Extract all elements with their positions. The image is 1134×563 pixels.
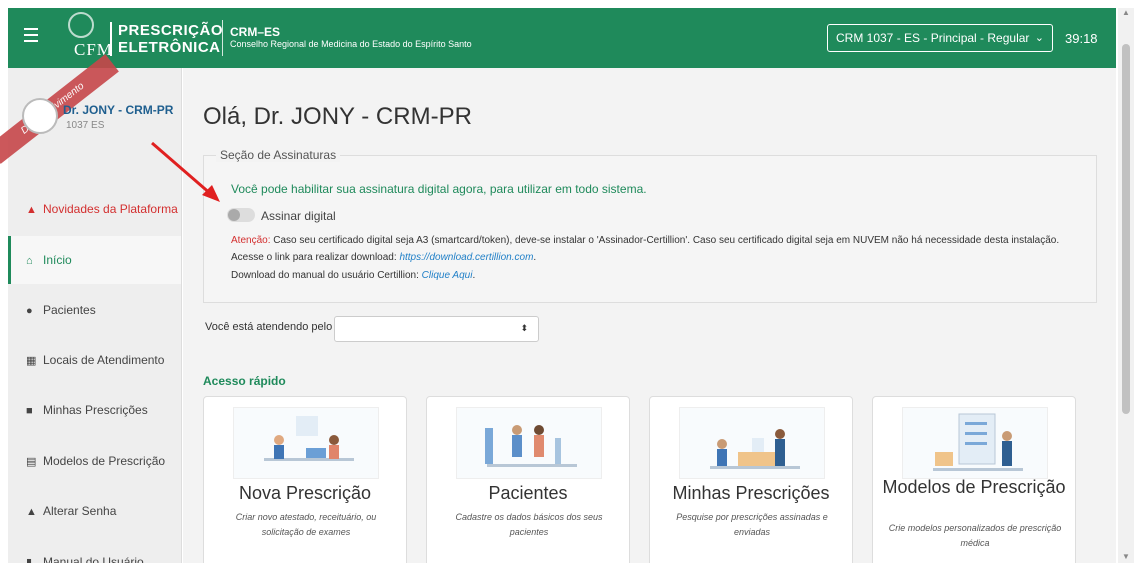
scroll-thumb[interactable]	[1122, 44, 1130, 414]
logo-emblem-icon	[68, 12, 94, 38]
card-nova-prescricao[interactable]: Nova Prescrição Criar novo atestado, rec…	[203, 396, 407, 563]
card-description: Crie modelos personalizados de prescriçã…	[888, 523, 1062, 548]
warning-prefix: Atenção:	[231, 235, 271, 246]
card-title: Nova Prescrição	[238, 483, 372, 503]
file-icon: ▤	[26, 456, 37, 468]
building-icon: ▦	[26, 355, 37, 367]
card-pacientes[interactable]: Pacientes Cadastre os dados básicos dos …	[426, 396, 630, 563]
sidebar-item-label: Pacientes	[43, 303, 96, 317]
sidebar-item-label: Início	[43, 253, 72, 267]
sidebar-item-inicio[interactable]: ⌂ Início	[8, 236, 181, 284]
sidebar-item-alterar-senha[interactable]: ▲ Alterar Senha	[8, 487, 181, 535]
download-text: Acesse o link para realizar download:	[231, 252, 400, 263]
atendimento-select[interactable]: ⬍	[334, 316, 539, 342]
book-icon: ▮	[26, 557, 33, 563]
doctor-consultation-illustration	[233, 407, 379, 479]
user-name: Dr. JONY - CRM-PR	[63, 103, 174, 117]
warning-text: Caso seu certificado digital seja A3 (sm…	[270, 235, 1060, 246]
sidebar-item-minhas-prescricoes[interactable]: ■ Minhas Prescrições	[8, 386, 181, 434]
user-code: 1037 ES	[66, 120, 105, 131]
scrollbar[interactable]: ▲ ▼	[1118, 8, 1134, 563]
crm-title: CRM–ES	[230, 25, 281, 39]
prescription-models-illustration	[902, 407, 1048, 479]
sidebar-item-label: Alterar Senha	[43, 504, 117, 518]
sidebar-item-label: Locais de Atendimento	[43, 353, 165, 367]
card-title: Pacientes	[488, 483, 568, 503]
digital-signature-label: Assinar digital	[261, 209, 336, 223]
sidebar-item-pacientes[interactable]: ● Pacientes	[8, 286, 181, 334]
card-title: Minhas Prescrições	[672, 483, 830, 503]
clipboard-icon: ■	[26, 405, 33, 417]
download-link[interactable]: https://download.certillion.com	[399, 252, 533, 263]
bell-icon: ▲	[26, 204, 37, 216]
lock-icon: ▲	[26, 506, 37, 518]
scroll-up-icon[interactable]: ▲	[1122, 8, 1130, 17]
scroll-down-icon[interactable]: ▼	[1122, 552, 1130, 561]
sidebar-item-modelos[interactable]: ▤ Modelos de Prescrição	[8, 437, 181, 485]
sidebar-item-locais[interactable]: ▦ Locais de Atendimento	[8, 336, 181, 384]
select-arrows-icon: ⬍	[520, 323, 528, 333]
digital-signature-toggle[interactable]	[227, 208, 255, 222]
logo-divider	[110, 22, 112, 56]
manual-suffix: .	[472, 270, 476, 281]
pharmacy-illustration	[679, 407, 825, 479]
crm-select[interactable]: CRM 1037 - ES - Principal - Regular ⌄	[827, 24, 1053, 52]
header-divider	[222, 20, 223, 56]
toggle-knob	[228, 209, 240, 221]
card-minhas-prescricoes[interactable]: Minhas Prescrições Pesquise por prescriç…	[649, 396, 853, 563]
red-arrow-icon	[151, 141, 220, 202]
patients-illustration	[456, 407, 602, 479]
signature-section: Seção de Assinaturas Você pode habilitar…	[203, 148, 1097, 303]
card-modelos[interactable]: Modelos de Prescrição Crie modelos perso…	[872, 396, 1076, 563]
atendimento-label: Você está atendendo pelo	[205, 321, 333, 333]
card-description: Pesquise por prescrições assinadas e env…	[676, 512, 828, 537]
download-line: Acesse o link para realizar download: ht…	[231, 252, 536, 263]
menu-icon[interactable]	[24, 28, 38, 46]
card-title: Modelos de Prescrição	[882, 477, 1066, 497]
avatar[interactable]	[22, 98, 58, 134]
certificate-warning: Atenção: Caso seu certificado digital se…	[231, 235, 1059, 246]
signature-message: Você pode habilitar sua assinatura digit…	[231, 182, 647, 196]
home-icon: ⌂	[26, 255, 33, 267]
crm-subtitle: Conselho Regional de Medicina do Estado …	[230, 39, 472, 49]
card-description: Cadastre os dados básicos dos seus pacie…	[455, 512, 603, 537]
card-description: Criar novo atestado, receituário, ou sol…	[235, 512, 377, 537]
user-icon: ●	[26, 305, 33, 317]
main-content: Olá, Dr. JONY - CRM-PR Seção de Assinatu…	[183, 68, 1116, 563]
signature-section-legend: Seção de Assinaturas	[216, 148, 341, 162]
crm-select-value: CRM 1037 - ES - Principal - Regular	[836, 31, 1030, 45]
page-title: Olá, Dr. JONY - CRM-PR	[203, 103, 472, 130]
manual-text: Download do manual do usuário Certillion…	[231, 270, 422, 281]
sidebar-item-label: Manual do Usuário	[43, 555, 144, 563]
app-title-line2: ELETRÔNICA	[118, 39, 221, 56]
download-suffix: .	[533, 252, 537, 263]
quick-access-title: Acesso rápido	[203, 374, 286, 388]
session-timer: 39:18	[1065, 31, 1098, 46]
sidebar-item-manual[interactable]: ▮ Manual do Usuário	[8, 538, 181, 563]
manual-line: Download do manual do usuário Certillion…	[231, 270, 475, 281]
manual-link[interactable]: Clique Aqui	[422, 270, 473, 281]
chevron-down-icon: ⌄	[1034, 32, 1044, 44]
app-title-line1: PRESCRIÇÃO	[118, 22, 224, 39]
top-bar: CFM PRESCRIÇÃO ELETRÔNICA CRM–ES Conselh…	[8, 8, 1116, 68]
sidebar-item-label: Modelos de Prescrição	[43, 454, 166, 468]
sidebar-item-label: Minhas Prescrições	[43, 403, 148, 417]
